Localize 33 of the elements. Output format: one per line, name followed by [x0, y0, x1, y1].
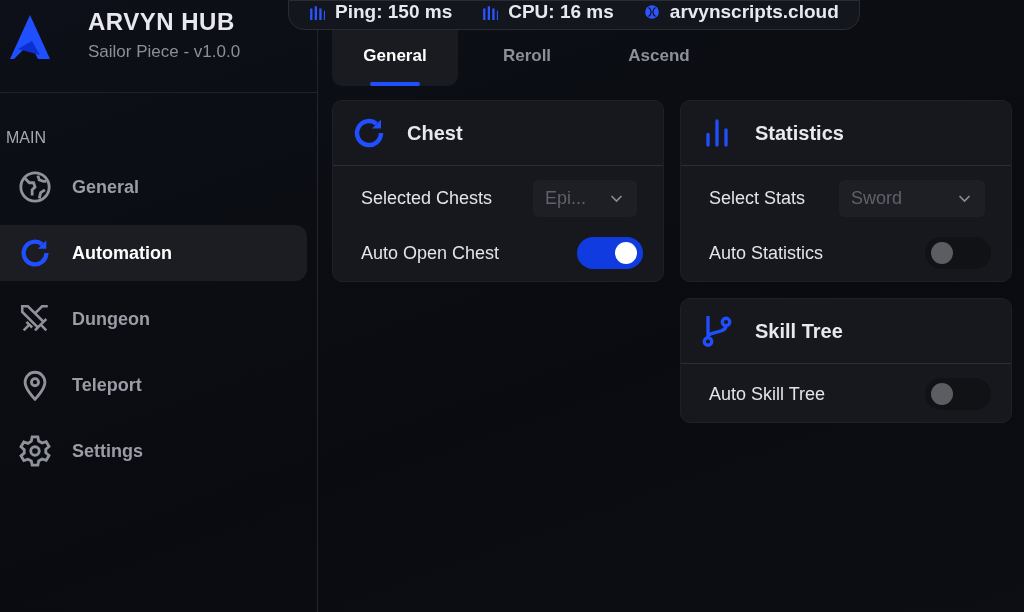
tab[interactable]: General: [332, 30, 458, 86]
status-text: arvynscripts.cloud: [669, 1, 839, 23]
chevron-down-icon: [958, 194, 971, 203]
chevron-down-icon: [610, 194, 623, 203]
settings-icon: [18, 434, 52, 468]
status-text: CPU: 16 ms: [508, 1, 614, 23]
tab[interactable]: Ascend: [596, 30, 722, 86]
setting-label: Auto Skill Tree: [709, 383, 826, 405]
signal-bars-icon: [309, 4, 325, 20]
globe-icon: [643, 4, 660, 20]
sidebar-item[interactable]: Settings: [0, 423, 307, 479]
logo-icon: [10, 15, 50, 59]
card-title: Chest: [407, 121, 463, 145]
sidebar-item[interactable]: Teleport: [0, 357, 307, 413]
sidebar-item[interactable]: Dungeon: [0, 291, 307, 347]
status-text: Ping: 150 ms: [335, 1, 453, 23]
section-label: MAIN: [6, 129, 47, 147]
card-title: Statistics: [755, 121, 844, 145]
setting-label: Selected Chests: [361, 188, 493, 209]
toggle-switch[interactable]: [925, 378, 991, 410]
sidebar-item[interactable]: General: [0, 159, 307, 215]
setting-label: Auto Open Chest: [361, 242, 500, 264]
setting-label: Auto Statistics: [709, 242, 824, 264]
signal-bars-icon: [482, 4, 499, 20]
toggle-switch[interactable]: [925, 237, 991, 269]
sidebar-item[interactable]: Automation: [0, 225, 307, 281]
toggle-switch[interactable]: [577, 237, 643, 269]
setting-label: Select Stats: [709, 188, 806, 209]
globe-icon: [18, 170, 52, 204]
app-version: Sailor Piece - v1.0.0: [88, 42, 241, 62]
app-title: ARVYN HUB: [88, 8, 236, 36]
tab[interactable]: Reroll: [464, 30, 590, 86]
card-title: Skill Tree: [755, 319, 843, 343]
